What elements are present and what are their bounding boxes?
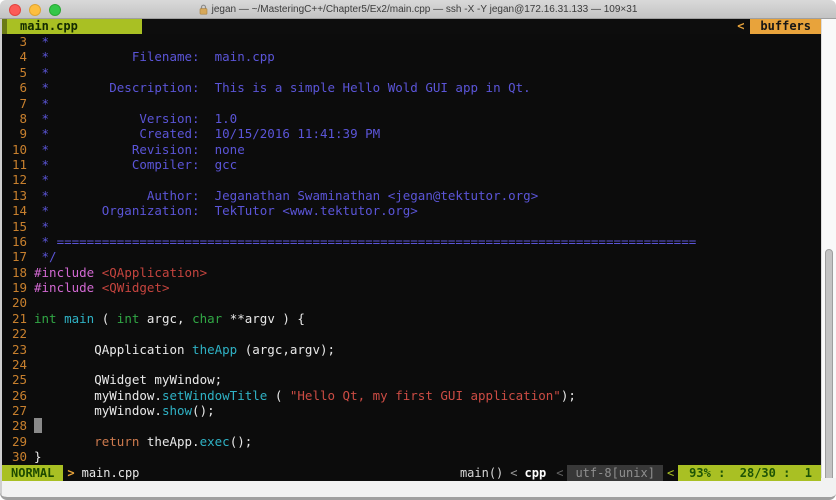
code-line[interactable]: 3 *	[2, 34, 821, 49]
statusline: NORMAL > main.cpp main() < cpp < utf-8[u…	[2, 465, 821, 481]
tabline: main.cpp < buffers	[2, 19, 821, 34]
scrollbar-bottom-corner	[821, 478, 836, 497]
code-line[interactable]: 28	[2, 418, 821, 434]
code-line[interactable]: 20	[2, 295, 821, 310]
separator-left-icon-3: <	[666, 466, 675, 480]
code-line[interactable]: 9 * Created: 10/15/2016 11:41:39 PM	[2, 126, 821, 141]
code-line[interactable]: 17 */	[2, 249, 821, 264]
code-line[interactable]: 6 * Description: This is a simple Hello …	[2, 80, 821, 95]
line-number: 12	[11, 172, 27, 188]
line-number: 23	[11, 341, 27, 357]
lock-icon	[199, 4, 207, 14]
code-line[interactable]: 15 *	[2, 219, 821, 234]
code-line[interactable]: 29 return theApp.exec();	[2, 434, 821, 449]
code-line[interactable]: 4 * Filename: main.cpp	[2, 49, 821, 64]
line-number: 18	[11, 264, 27, 280]
code-line[interactable]: 27 myWindow.show();	[2, 403, 821, 418]
close-button[interactable]	[9, 3, 21, 16]
mode-indicator: NORMAL	[2, 465, 64, 481]
code-line[interactable]: 8 * Version: 1.0	[2, 111, 821, 126]
titlebar[interactable]: jegan — ~/MasteringC++/Chapter5/Ex2/main…	[0, 0, 836, 19]
scrollbar-track[interactable]	[821, 19, 836, 497]
separator-right-icon: >	[67, 466, 75, 480]
status-filename: main.cpp	[81, 466, 140, 480]
line-number: 17	[11, 249, 27, 265]
code-line[interactable]: 22	[2, 326, 821, 341]
code-line[interactable]: 19 #include <QWidget>	[2, 280, 821, 295]
line-number: 21	[11, 310, 27, 326]
vim-main-column: main.cpp < buffers 3 * 4 * Filename: main…	[0, 19, 821, 497]
line-number: 9	[19, 126, 27, 142]
tab-main-cpp[interactable]: main.cpp	[7, 19, 142, 34]
code-line[interactable]: 21 int main ( int argc, char **argv ) {	[2, 311, 821, 326]
line-number: 15	[11, 218, 27, 234]
line-number: 3	[19, 34, 27, 49]
cursor-block	[34, 418, 42, 434]
code-line[interactable]: 14 * Organization: TekTutor <www.tektuto…	[2, 203, 821, 218]
code-lines: 3 * 4 * Filename: main.cpp 5 * 6 * Descript…	[2, 34, 821, 465]
line-number: 30	[11, 449, 27, 465]
line-number: 20	[11, 295, 27, 311]
line-number: 24	[11, 356, 27, 372]
line-number: 16	[11, 233, 27, 249]
line-number: 6	[19, 80, 27, 96]
separator-left-icon-2: <	[556, 466, 564, 480]
line-number: 19	[11, 280, 27, 295]
line-number: 13	[11, 187, 27, 203]
code-line[interactable]: 18 #include <QApplication>	[2, 265, 821, 280]
line-number: 22	[11, 326, 27, 342]
line-number: 28	[11, 418, 27, 434]
line-number: 29	[11, 433, 27, 449]
code-line[interactable]: 25 QWidget myWindow;	[2, 372, 821, 387]
line-number: 8	[19, 110, 27, 126]
line-number: 5	[19, 64, 27, 80]
minimize-button[interactable]	[29, 3, 41, 16]
terminal-window: jegan — ~/MasteringC++/Chapter5/Ex2/main…	[0, 0, 836, 500]
line-number: 4	[19, 49, 27, 65]
code-line[interactable]: 5 *	[2, 65, 821, 80]
zoom-button[interactable]	[49, 3, 61, 16]
line-number: 11	[11, 157, 27, 172]
code-line[interactable]: 24	[2, 357, 821, 372]
status-encoding: utf-8[unix]	[567, 465, 663, 481]
code-line[interactable]: 13 * Author: Jeganathan Swaminathan <jeg…	[2, 188, 821, 203]
status-filetype: cpp	[524, 466, 547, 480]
code-line[interactable]: 23 QApplication theApp (argc,argv);	[2, 342, 821, 357]
code-line[interactable]: 16 * ===================================…	[2, 234, 821, 249]
code-line[interactable]: 12 *	[2, 172, 821, 187]
status-function-context: main()	[459, 466, 504, 480]
line-number: 26	[11, 387, 27, 403]
code-line[interactable]: 7 *	[2, 96, 821, 111]
buffers-button[interactable]: buffers	[750, 19, 821, 34]
separator-left-icon: <	[510, 466, 518, 480]
chevron-left-icon: <	[737, 19, 745, 33]
status-scroll-position: 93% : 28/30 : 1	[678, 465, 821, 481]
code-line[interactable]: 11 * Compiler: gcc	[2, 157, 821, 172]
code-line[interactable]: 26 myWindow.setWindowTitle ( "Hello Qt, …	[2, 388, 821, 403]
line-number: 25	[11, 372, 27, 388]
window-title: jegan — ~/MasteringC++/Chapter5/Ex2/main…	[211, 3, 638, 15]
line-number: 27	[11, 403, 27, 418]
line-number: 10	[11, 141, 27, 157]
window-bottom-strip	[2, 481, 821, 497]
code-editor[interactable]: 3 * 4 * Filename: main.cpp 5 * 6 * Descript…	[2, 34, 821, 465]
code-line[interactable]: 30}	[2, 449, 821, 464]
tabline-filler	[142, 19, 731, 34]
line-number: 14	[11, 203, 27, 219]
line-number: 7	[19, 95, 27, 111]
scrollbar-thumb[interactable]	[825, 249, 833, 489]
code-line[interactable]: 10 * Revision: none	[2, 142, 821, 157]
traffic-lights	[0, 0, 61, 19]
